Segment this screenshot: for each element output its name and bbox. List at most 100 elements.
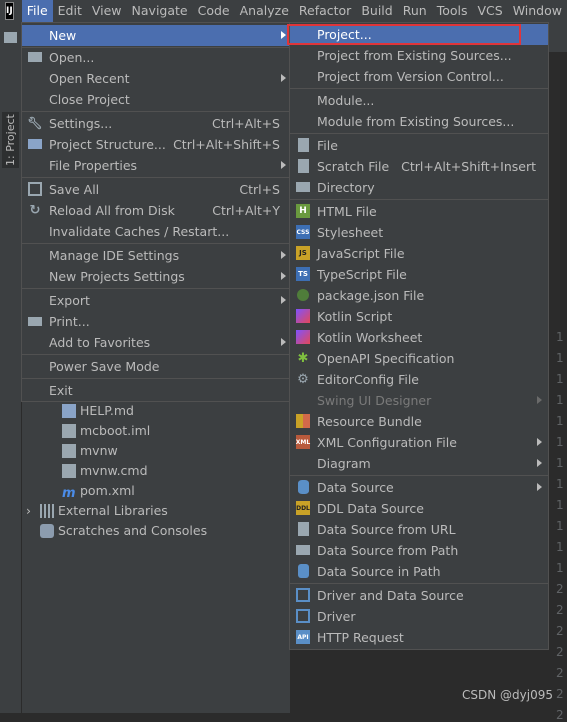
tree-item[interactable]: m pom.xml [62,481,135,501]
menu-run[interactable]: Run [398,0,432,22]
editor-gutter: 1 1 1 1 1 1 1 1 1 1 1 1 2 2 2 2 2 2 2 [548,52,567,722]
menu-item-save-all[interactable]: Save All Ctrl+S [22,179,292,200]
menu-item-label: Scratch File [317,159,390,174]
menu-code[interactable]: Code [193,0,235,22]
ddl-icon: DDL [296,501,310,515]
menu-item-label: Stylesheet [317,225,384,240]
menu-item-label: Resource Bundle [317,414,422,429]
menu-item-open-recent[interactable]: Open Recent [22,68,292,89]
menu-edit[interactable]: Edit [53,0,87,22]
menu-item-manage-ide-settings[interactable]: Manage IDE Settings [22,245,292,266]
submenu-arrow-icon [537,483,542,491]
file-icon [298,138,309,152]
menu-item-scratch-file[interactable]: Scratch File Ctrl+Alt+Shift+Insert [290,156,548,177]
menu-navigate[interactable]: Navigate [127,0,193,22]
menu-item-project-existing-sources[interactable]: Project from Existing Sources... [290,45,548,66]
menu-item-data-source[interactable]: Data Source [290,477,548,498]
menu-item-data-source-in-path[interactable]: Data Source in Path [290,561,548,582]
menu-item-javascript-file[interactable]: JS JavaScript File [290,243,548,264]
menu-item-label: Driver [317,609,356,624]
menu-item-file-properties[interactable]: File Properties [22,155,292,176]
menu-item-label: Print... [49,314,90,329]
menu-vcs[interactable]: VCS [472,0,507,22]
menu-item-directory[interactable]: Directory [290,177,548,198]
menu-item-exit[interactable]: Exit [22,380,292,401]
menu-item-data-source-path[interactable]: Data Source from Path [290,540,548,561]
menu-item-close-project[interactable]: Close Project [22,89,292,110]
menu-item-label: Project Structure... [49,137,166,152]
tree-item-scratches[interactable]: Scratches and Consoles [40,521,207,541]
menu-item-export[interactable]: Export [22,290,292,311]
openapi-icon: ✱ [297,350,309,366]
menu-item-kotlin-worksheet[interactable]: Kotlin Worksheet [290,327,548,348]
menu-item-new-projects-settings[interactable]: New Projects Settings [22,266,292,287]
menu-item-label: Close Project [49,92,130,107]
line-number: 1 [556,414,564,428]
menu-item-label: JavaScript File [317,246,405,261]
menu-item-label: Module... [317,93,375,108]
menu-item-package-json[interactable]: package.json File [290,285,548,306]
menu-item-shortcut: Ctrl+Alt+Shift+S [173,137,280,152]
menu-item-print[interactable]: Print... [22,311,292,332]
menu-item-invalidate-caches[interactable]: Invalidate Caches / Restart... [22,221,292,242]
menu-item-project-structure[interactable]: Project Structure... Ctrl+Alt+Shift+S [22,134,292,155]
project-tool-tab[interactable]: 1: Project [2,112,19,168]
menu-item-project-version-control[interactable]: Project from Version Control... [290,66,548,87]
tree-item-external-libraries[interactable]: › External Libraries [26,501,168,521]
chevron-right-icon[interactable]: › [26,501,36,521]
maven-icon: m [62,486,76,501]
menu-analyze[interactable]: Analyze [235,0,294,22]
menu-item-label: package.json File [317,288,425,303]
menu-item-add-to-favorites[interactable]: Add to Favorites [22,332,292,353]
menu-item-label: Diagram [317,456,371,471]
menu-item-kotlin-script[interactable]: Kotlin Script [290,306,548,327]
menu-bar: IJ File Edit View Navigate Code Analyze … [0,0,567,22]
menu-item-module[interactable]: Module... [290,90,548,111]
menu-item-open[interactable]: Open... [22,47,292,68]
menu-item-resource-bundle[interactable]: Resource Bundle [290,411,548,432]
tree-item[interactable]: HELP.md [62,401,134,421]
tree-item[interactable]: mcboot.iml [62,421,150,441]
menu-item-stylesheet[interactable]: CSS Stylesheet [290,222,548,243]
tree-item-label: HELP.md [80,403,134,418]
menu-item-file[interactable]: File [290,135,548,156]
menu-item-settings[interactable]: 🔧︎ Settings... Ctrl+Alt+S [22,113,292,134]
menu-tools[interactable]: Tools [432,0,473,22]
menu-item-new[interactable]: New [22,25,292,46]
menu-item-swing-ui-designer[interactable]: Swing UI Designer [290,390,548,411]
menu-file[interactable]: File [21,0,53,22]
menu-item-http-request[interactable]: API HTTP Request [290,627,548,648]
menu-item-editorconfig[interactable]: ⚙ EditorConfig File [290,369,548,390]
resource-bundle-icon [296,414,310,428]
menu-item-driver-and-data-source[interactable]: Driver and Data Source [290,585,548,606]
tree-item[interactable]: mvnw [62,441,118,461]
menu-item-driver[interactable]: Driver [290,606,548,627]
menu-window[interactable]: Window [508,0,567,22]
menu-item-diagram[interactable]: Diagram [290,453,548,474]
menu-build[interactable]: Build [356,0,397,22]
menu-item-power-save-mode[interactable]: Power Save Mode [22,356,292,377]
menu-item-label: DDL Data Source [317,501,424,516]
menu-view[interactable]: View [87,0,127,22]
menu-item-label: Open Recent [49,71,130,86]
menu-item-data-source-url[interactable]: Data Source from URL [290,519,548,540]
line-number: 2 [556,624,564,638]
tree-item[interactable]: mvnw.cmd [62,461,148,481]
menu-item-label: Driver and Data Source [317,588,464,603]
iml-file-icon [62,424,76,438]
submenu-arrow-icon [281,161,286,169]
line-number: 1 [556,519,564,533]
menu-item-label: Manage IDE Settings [49,248,180,263]
menu-item-openapi[interactable]: ✱ OpenAPI Specification [290,348,548,369]
menu-item-typescript-file[interactable]: TS TypeScript File [290,264,548,285]
menu-refactor[interactable]: Refactor [294,0,356,22]
menu-item-label: Power Save Mode [49,359,160,374]
menu-item-html-file[interactable]: H HTML File [290,201,548,222]
menu-item-xml-configuration[interactable]: XML XML Configuration File [290,432,548,453]
separator [22,288,292,289]
menu-item-reload[interactable]: ↻ Reload All from Disk Ctrl+Alt+Y [22,200,292,221]
menu-item-module-existing-sources[interactable]: Module from Existing Sources... [290,111,548,132]
menu-item-ddl-data-source[interactable]: DDL DDL Data Source [290,498,548,519]
menu-item-shortcut: Ctrl+Alt+Y [212,203,280,218]
gear-icon: ⚙ [297,371,309,387]
